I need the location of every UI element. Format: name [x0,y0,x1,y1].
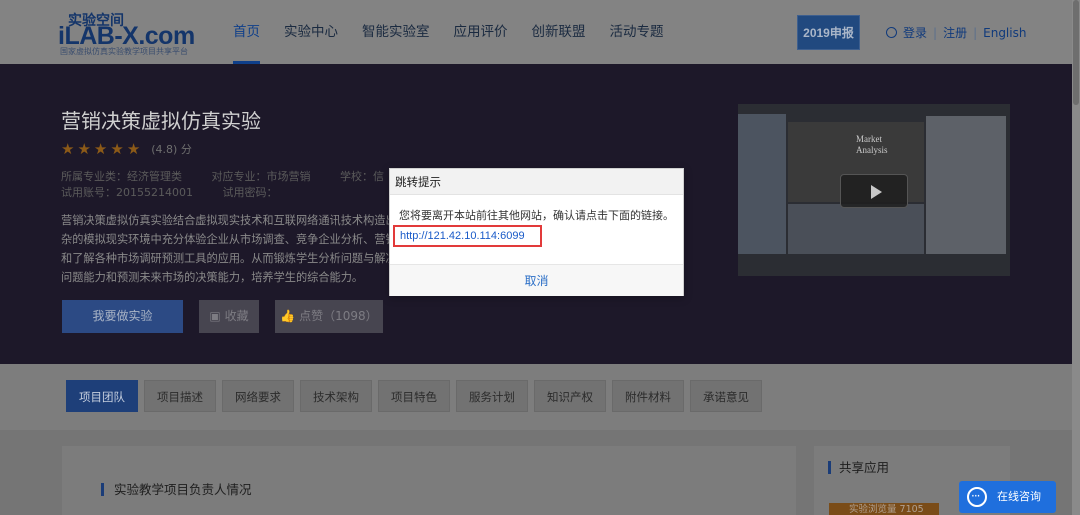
nav-item-smart-lab[interactable]: 智能实验室 [350,0,442,64]
chat-icon [967,480,987,512]
description-line: 营销决策虚拟仿真实验结合虚拟现实技术和互联网络通讯技术构造出 [61,214,391,227]
meta-category: 所属专业类：经济管理类 [61,170,182,183]
cancel-button[interactable]: 取消 [390,265,683,297]
nav-item-alliance[interactable]: 创新联盟 [520,0,598,64]
divider: | [973,25,978,40]
video-chart-thumb [926,116,1006,254]
tab-description[interactable]: 项目描述 [144,380,216,412]
tab-architecture[interactable]: 技术架构 [300,380,372,412]
star-icon: ★ [93,141,108,158]
project-title: 营销决策虚拟仿真实验 [61,109,261,133]
tab-attachments[interactable]: 附件材料 [612,380,684,412]
dialog-message: 您将要离开本站前往其他网站，确认请点击下面的链接。 [399,209,674,222]
bookmark-icon: ▣ [209,309,221,323]
logo-subtitle: 国家虚拟仿真实验教学项目共享平台 [60,47,188,56]
video-sidebar-thumb [738,114,786,254]
main-card [62,446,796,515]
trial-password: 试用密码： [222,186,278,199]
star-icon: ★ [61,141,75,158]
start-experiment-button[interactable]: 我要做实验 [62,300,183,333]
description-line: 和了解各种市场调研预测工具的应用。从而锻炼学生分析问题与解决 [61,252,391,265]
tab-network[interactable]: 网络要求 [222,380,294,412]
meta-school: 学校：信 [340,170,384,183]
share-title: 共享应用 [828,461,889,474]
register-link[interactable]: 注册 [943,24,967,41]
project-tabs: 项目团队 项目描述 网络要求 技术架构 项目特色 服务计划 知识产权 附件材料 … [66,380,762,412]
external-link[interactable]: http://121.42.10.114:6099 [393,225,542,247]
scrollbar-thumb[interactable] [1073,0,1079,105]
description-line: 问题能力和预测未来市场的决策能力，培养学生的综合能力。 [61,271,364,284]
dialog-footer: 取消 [390,264,683,296]
tab-service-plan[interactable]: 服务计划 [456,380,528,412]
favorite-button[interactable]: ▣ 收藏 [199,300,259,333]
chat-label: 在线咨询 [997,490,1041,503]
thumbs-up-icon: 👍 [280,309,296,323]
project-trial-row: 试用账号：20155214001 试用密码： [61,184,303,200]
nav-item-home[interactable]: 首页 [221,0,272,64]
login-link[interactable]: 登录 [903,24,927,41]
user-icon [886,27,897,38]
visits-badge: 实验浏览量 7105 [829,503,939,515]
video-caption-line: Market [856,134,882,144]
year-badge-button[interactable]: 2019申报 [797,15,860,50]
divider: | [933,25,938,40]
section-title: 实验教学项目负责人情况 [101,483,252,496]
trial-account: 试用账号：20155214001 [61,186,193,199]
redirect-dialog: 跳转提示 您将要离开本站前往其他网站，确认请点击下面的链接。 http://12… [389,168,684,296]
project-video[interactable]: Market Analysis [738,104,1010,276]
tab-features[interactable]: 项目特色 [378,380,450,412]
description-line: 杂的模拟现实环境中充分体验企业从市场调查、竞争企业分析、营销 [61,233,391,246]
language-link[interactable]: English [983,26,1026,40]
meta-major: 对应专业：市场营销 [211,170,311,183]
project-description: 营销决策虚拟仿真实验结合虚拟现实技术和互联网络通讯技术构造出 杂的模拟现实环境中… [61,211,391,287]
star-icon: ★ [77,141,91,158]
tab-commitment[interactable]: 承诺意见 [690,380,762,412]
tab-ip[interactable]: 知识产权 [534,380,606,412]
play-icon[interactable] [840,174,908,208]
online-chat-button[interactable]: 在线咨询 [959,480,1056,513]
star-icon: ★ [110,141,124,158]
rating-score: (4.8) 分 [151,143,192,156]
like-label: 点赞（1098） [299,309,378,323]
nav-item-evaluation[interactable]: 应用评价 [442,0,520,64]
user-links: 登录 | 注册 | English [886,24,1026,41]
nav-item-lab-center[interactable]: 实验中心 [272,0,350,64]
tab-team[interactable]: 项目团队 [66,380,138,412]
dialog-title: 跳转提示 [390,169,683,195]
video-caption-line: Analysis [856,145,888,155]
like-button[interactable]: 👍 点赞（1098） [275,300,383,333]
favorite-label: 收藏 [224,309,249,323]
rating-stars: ★ ★ ★ ★ ★ (4.8) 分 [61,140,192,158]
video-caption: Market Analysis [856,134,888,156]
video-table-thumb [788,204,924,254]
main-nav: 首页 实验中心 智能实验室 应用评价 创新联盟 活动专题 [221,0,676,64]
site-header: 实验空间 iLAB-X.com 国家虚拟仿真实验教学项目共享平台 首页 实验中心… [0,0,1072,64]
nav-item-events[interactable]: 活动专题 [598,0,676,64]
project-meta-row: 所属专业类：经济管理类 对应专业：市场营销 学校：信 [61,168,410,184]
site-logo[interactable]: 实验空间 iLAB-X.com 国家虚拟仿真实验教学项目共享平台 [58,8,208,58]
star-icon: ★ [126,141,141,158]
